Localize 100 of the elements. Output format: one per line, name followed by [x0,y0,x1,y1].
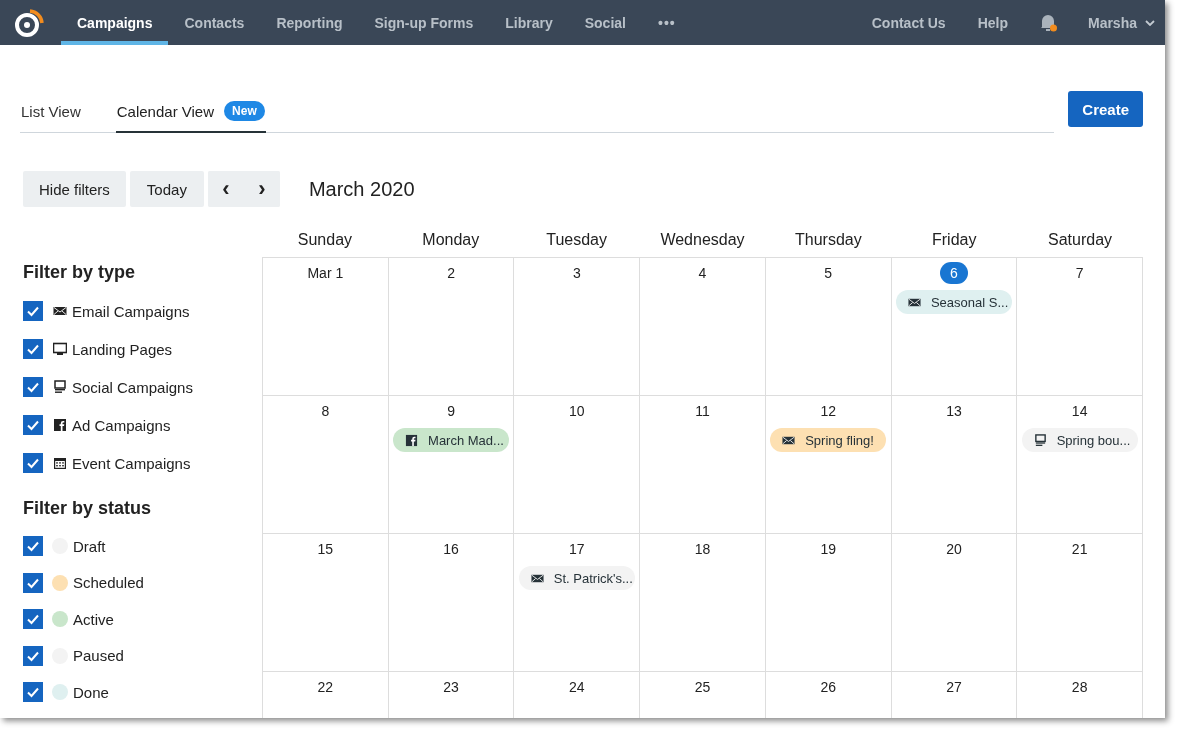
filter-label: Paused [73,647,124,665]
campaign-chip[interactable]: Seasonal S... [895,290,1012,314]
caret-icon [1145,19,1155,26]
post-icon [1033,433,1047,447]
day-cell[interactable]: 11 [640,396,766,534]
day-number: 24 [568,678,586,697]
day-cell[interactable]: 28 [1017,672,1143,718]
day-cell[interactable]: Mar 1 [263,258,389,396]
day-number: 7 [1074,264,1085,283]
checkbox[interactable] [23,536,43,557]
campaign-chip[interactable]: Spring fling! [770,428,887,452]
checkbox[interactable] [23,377,43,397]
day-number: Mar 1 [306,264,345,283]
day-number: 28 [1070,678,1089,697]
day-cell[interactable]: 3 [514,258,641,396]
filter-label: Active [73,610,114,628]
checkbox[interactable] [23,645,43,666]
day-number: 14 [1070,402,1089,421]
nav-tab[interactable]: Campaigns [61,0,169,45]
filter-label: Done [73,683,109,701]
day-number: 6 [939,262,968,284]
weekday-header: Sunday [296,230,354,250]
day-cell[interactable]: 20 [891,534,1018,672]
campaign-title: St. Patrick's... [553,570,633,586]
day-cell[interactable]: 8 [263,396,389,534]
day-cell[interactable]: 2 [388,258,515,396]
new-badge: New [224,101,265,121]
filter-label: Draft [73,537,106,555]
day-number: 11 [694,402,711,421]
day-cell[interactable]: 16 [388,534,515,672]
day-number: 26 [819,678,837,697]
more-menu[interactable]: ••• [642,0,692,45]
day-cell[interactable]: 14 Spring bou... [1017,396,1143,534]
filter-label: Ad Campaigns [72,416,171,434]
toolbar-button[interactable]: Hide filters [23,171,126,207]
create-button[interactable]: Create [1068,91,1143,127]
campaign-title: Spring bou... [1056,432,1131,448]
day-cell[interactable]: 13 [891,396,1018,534]
checkbox[interactable] [23,682,43,703]
campaign-chip[interactable]: Spring bou... [1021,428,1138,452]
day-cell[interactable]: 9 March Mad... [388,396,515,534]
day-number: 20 [945,540,963,559]
month-title: March 2020 [308,177,415,201]
day-number: 15 [316,540,335,559]
checkbox[interactable] [23,572,43,593]
day-number: 21 [1070,540,1089,559]
day-cell[interactable]: 5 [765,258,892,396]
day-number: 27 [945,678,963,697]
filter-label: Landing Pages [72,340,173,358]
day-cell[interactable]: 24 [514,672,641,718]
logo-icon[interactable] [14,7,44,38]
day-cell[interactable]: 6 Seasonal S... [891,258,1018,396]
checkbox[interactable] [23,609,43,630]
filter-heading: Filter by status [23,498,153,519]
monitor-icon [53,342,67,356]
checkbox[interactable] [23,301,43,321]
nav-link[interactable]: Contact Us [855,0,962,45]
day-cell[interactable]: 26 [765,672,892,718]
day-cell[interactable]: 21 [1017,534,1143,672]
weekday-header: Saturday [1047,230,1114,250]
facebook-icon [405,433,419,447]
campaign-title: March Mad... [428,432,504,448]
nav-tab[interactable]: Social [568,0,642,45]
campaign-chip[interactable]: St. Patrick's... [518,566,635,590]
filter-label: Scheduled [73,574,144,592]
weekday-header: Tuesday [545,230,608,250]
day-cell[interactable]: 18 [640,534,766,672]
day-cell[interactable]: 4 [640,258,766,396]
nav-tab[interactable]: Library [489,0,569,45]
day-number: 18 [693,540,712,559]
nav-link[interactable]: Help [961,0,1024,45]
weekday-header: Friday [931,230,978,250]
campaign-title: Seasonal S... [930,294,1009,310]
checkbox[interactable] [23,415,43,435]
view-tab[interactable]: List View [20,95,82,133]
toolbar-button[interactable]: Today [129,171,204,207]
filter-label: Email Campaigns [72,302,190,320]
day-cell[interactable]: 23 [388,672,515,718]
day-number: 5 [823,264,834,283]
day-cell[interactable]: 10 [514,396,641,534]
weekday-header: Wednesday [659,230,746,250]
campaign-chip[interactable]: March Mad... [393,428,510,452]
checkbox[interactable] [23,339,43,359]
nav-tab[interactable]: Contacts [168,0,261,45]
day-cell[interactable]: 19 [765,534,892,672]
day-cell[interactable]: 27 [891,672,1018,718]
day-cell[interactable]: 17 St. Patrick's... [514,534,641,672]
day-cell[interactable]: 12 Spring fling! [765,396,892,534]
day-cell[interactable]: 25 [640,672,766,718]
nav-tab[interactable]: Reporting [260,0,359,45]
user-menu[interactable]: Marsha [1071,0,1165,45]
view-tab[interactable]: Calendar View New [115,95,266,133]
day-cell[interactable]: 22 [263,672,389,718]
day-cell[interactable]: 7 [1017,258,1143,396]
day-number: 4 [697,264,708,283]
nav-tab[interactable]: Sign-up Forms [358,0,490,45]
day-number: 10 [568,402,586,421]
checkbox[interactable] [23,453,43,473]
day-cell[interactable]: 15 [263,534,389,672]
day-number: 13 [945,402,963,421]
